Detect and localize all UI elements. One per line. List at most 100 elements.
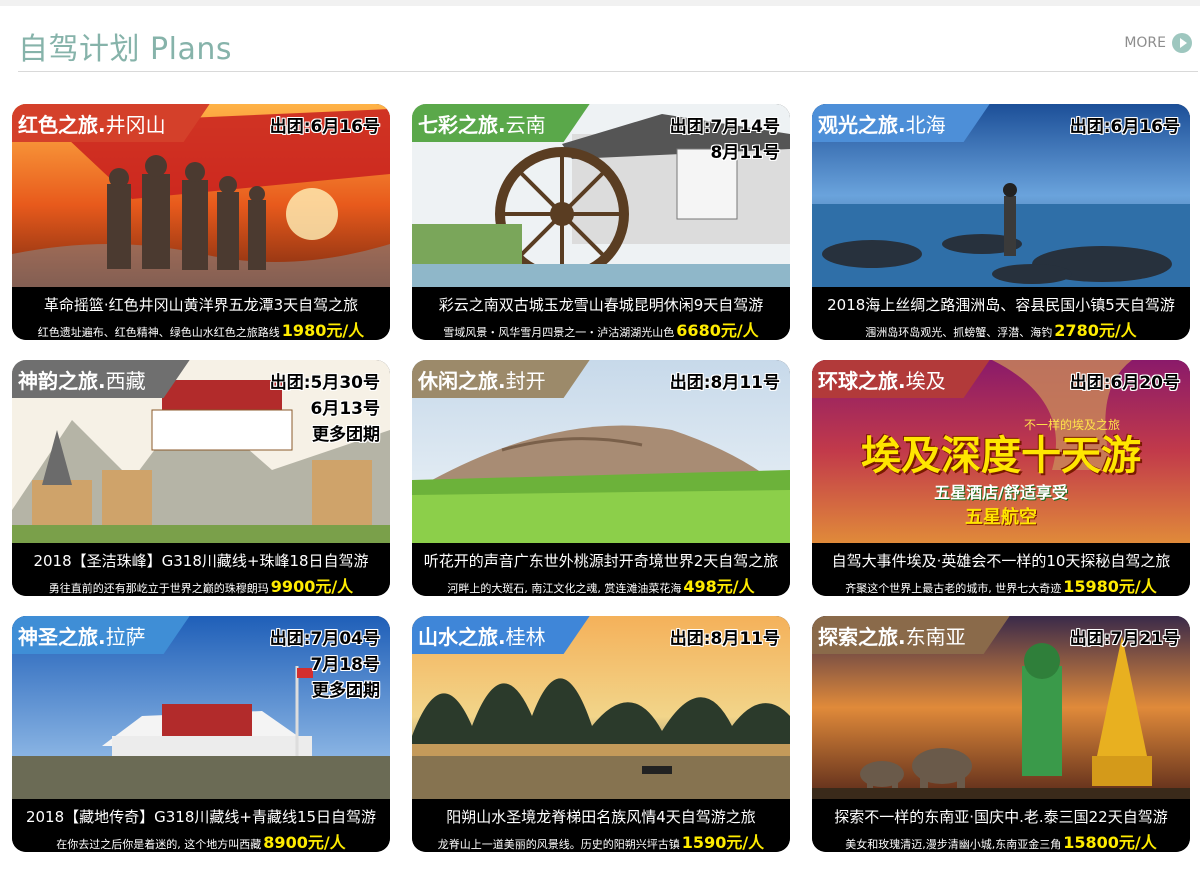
city-label: 东南亚: [905, 624, 966, 649]
section-title: 自驾计划 Plans: [18, 32, 232, 67]
trip-description: 美女和玫瑰清迈,漫步清幽小城,东南亚金三角: [845, 838, 1062, 851]
departure-date: 出团:8月11号: [669, 373, 780, 393]
city-label: 北海: [905, 112, 946, 137]
trip-description: 雪域风景・风华雪月四景之一・泸沽湖湖光山色: [443, 326, 675, 339]
theme-tag: 神韵之旅. 西藏: [12, 360, 190, 398]
plan-caption: 自驾大事件埃及·英雄会不一样的10天探秘自驾之旅 齐聚这个世界上最古老的城市, …: [812, 543, 1190, 596]
departure-dates: 出团:8月11号: [670, 370, 780, 396]
trip-title[interactable]: 阳朔山水圣境龙脊梯田名族风情4天自驾游之旅: [418, 807, 784, 827]
theme-label: 红色之旅.: [18, 112, 106, 137]
departure-dates: 出团:8月11号: [670, 626, 780, 652]
trip-description: 涠洲岛环岛观光、抓螃蟹、浮潜、海钓: [865, 326, 1053, 339]
departure-dates: 出团:5月30号 6月13号更多团期: [270, 370, 380, 448]
city-label: 封开: [505, 368, 546, 393]
trip-title[interactable]: 彩云之南双古城玉龙雪山春城昆明休闲9天自驾游: [418, 295, 784, 315]
plan-card[interactable]: 探索之旅. 东南亚 出团:7月21号 探索不一样的东南亚·国庆中.老.泰三国22天自…: [812, 616, 1190, 852]
trip-price: 498元/人: [683, 577, 755, 596]
departure-date: 出团:7月14号: [669, 117, 780, 137]
plan-caption: 革命摇篮·红色井冈山黄洋界五龙潭3天自驾之旅 红色遗址遍布、红色精神、绿色山水红…: [12, 287, 390, 340]
departure-date: 6月13号: [310, 399, 381, 419]
trip-price: 1590元/人: [681, 833, 765, 852]
trip-description: 齐聚这个世界上最古老的城市, 世界七大奇迹: [845, 582, 1062, 595]
trip-info: 河畔上的大斑石, 南江文化之魂, 赏连滩油菜花海 498元/人: [418, 573, 784, 596]
trip-title[interactable]: 2018【藏地传奇】G318川藏线+青藏线15日自驾游: [18, 807, 384, 827]
trip-title[interactable]: 革命摇篮·红色井冈山黄洋界五龙潭3天自驾之旅: [18, 295, 384, 315]
theme-tag: 探索之旅. 东南亚: [812, 616, 1010, 654]
trip-description: 红色遗址遍布、红色精神、绿色山水红色之旅路线: [37, 326, 280, 339]
more-link[interactable]: MORE: [1124, 32, 1192, 54]
trip-price: 2780元/人: [1054, 321, 1137, 340]
trip-price: 15980元/人: [1063, 577, 1157, 596]
trip-info: 雪域风景・风华雪月四景之一・泸沽湖湖光山色 6680元/人: [418, 317, 784, 340]
city-label: 井冈山: [105, 112, 166, 137]
trip-price: 8900元/人: [263, 833, 346, 852]
trip-description: 龙脊山上一道美丽的风景线。历史的阳朔兴坪古镇: [437, 838, 680, 851]
city-label: 埃及: [905, 368, 946, 393]
theme-tag: 休闲之旅. 封开: [412, 360, 590, 398]
trip-info: 红色遗址遍布、红色精神、绿色山水红色之旅路线 1980元/人: [18, 317, 384, 340]
departure-dates: 出团:7月04号 7月18号更多团期: [270, 626, 380, 704]
theme-label: 山水之旅.: [418, 624, 506, 649]
top-border: [0, 0, 1200, 6]
plan-caption: 2018【圣洁珠峰】G318川藏线+珠峰18日自驾游 勇往直前的还有那屹立于世界…: [12, 543, 390, 596]
city-label: 西藏: [105, 368, 146, 393]
departure-date: 出团:6月16号: [1069, 117, 1180, 137]
plan-card[interactable]: 七彩之旅. 云南 出团:7月14号 8月11号 彩云之南双古城玉龙雪山春城昆明休闲9天…: [412, 104, 790, 340]
trip-title[interactable]: 听花开的声音广东世外桃源封开奇境世界2天自驾之旅: [418, 551, 784, 571]
trip-info: 美女和玫瑰清迈,漫步清幽小城,东南亚金三角 15800元/人: [818, 829, 1184, 852]
theme-tag: 红色之旅. 井冈山: [12, 104, 210, 142]
trip-title[interactable]: 2018【圣洁珠峰】G318川藏线+珠峰18日自驾游: [18, 551, 384, 571]
theme-label: 七彩之旅.: [418, 112, 506, 137]
plan-card[interactable]: 不一样的埃及之旅 埃及深度十天游 五星酒店/舒适享受 五星航空 环球之旅. 埃及 出团…: [812, 360, 1190, 596]
theme-label: 观光之旅.: [818, 112, 906, 137]
departure-date: 出团:5月30号: [269, 373, 380, 393]
departure-date: 更多团期: [312, 681, 380, 701]
departure-date: 出团:7月21号: [1069, 629, 1180, 649]
play-circle-icon: [1172, 33, 1192, 53]
departure-date: 出团:7月04号: [269, 629, 380, 649]
plan-card[interactable]: 休闲之旅. 封开 出团:8月11号 听花开的声音广东世外桃源封开奇境世界2天自驾之旅…: [412, 360, 790, 596]
trip-description: 河畔上的大斑石, 南江文化之魂, 赏连滩油菜花海: [447, 582, 682, 595]
plan-caption: 2018【藏地传奇】G318川藏线+青藏线15日自驾游 在你去过之后你是着迷的,…: [12, 799, 390, 852]
trip-title[interactable]: 探索不一样的东南亚·国庆中.老.泰三国22天自驾游: [818, 807, 1184, 827]
trip-title[interactable]: 2018海上丝绸之路涠洲岛、容县民国小镇5天自驾游: [818, 295, 1184, 315]
theme-label: 休闲之旅.: [418, 368, 506, 393]
banner-line: 五星航空: [965, 507, 1037, 528]
trip-title[interactable]: 自驾大事件埃及·英雄会不一样的10天探秘自驾之旅: [818, 551, 1184, 571]
theme-label: 神圣之旅.: [18, 624, 106, 649]
trip-price: 1980元/人: [281, 321, 365, 340]
plan-card[interactable]: 神圣之旅. 拉萨 出团:7月04号 7月18号 更多团期 2018【藏地传奇】G318川…: [12, 616, 390, 852]
plan-caption: 听花开的声音广东世外桃源封开奇境世界2天自驾之旅 河畔上的大斑石, 南江文化之魂…: [412, 543, 790, 596]
theme-tag: 环球之旅. 埃及: [812, 360, 990, 398]
city-label: 云南: [505, 112, 546, 137]
departure-date: 出团:6月16号: [269, 117, 380, 137]
plan-card[interactable]: 观光之旅. 北海 出团:6月16号 2018海上丝绸之路涠洲岛、容县民国小镇5天自驾…: [812, 104, 1190, 340]
banner-line: 五星酒店/舒适享受: [934, 483, 1068, 502]
plan-caption: 2018海上丝绸之路涠洲岛、容县民国小镇5天自驾游 涠洲岛环岛观光、抓螃蟹、浮潜…: [812, 287, 1190, 340]
trip-info: 齐聚这个世界上最古老的城市, 世界七大奇迹 15980元/人: [818, 573, 1184, 596]
more-label: MORE: [1124, 35, 1166, 51]
theme-tag: 观光之旅. 北海: [812, 104, 990, 142]
departure-dates: 出团:6月20号: [1070, 370, 1180, 396]
plan-caption: 彩云之南双古城玉龙雪山春城昆明休闲9天自驾游 雪域风景・风华雪月四景之一・泸沽湖…: [412, 287, 790, 340]
departure-date: 出团:6月20号: [1069, 373, 1180, 393]
departure-date: 8月11号: [710, 143, 781, 163]
trip-info: 龙脊山上一道美丽的风景线。历史的阳朔兴坪古镇 1590元/人: [418, 829, 784, 852]
departure-dates: 出团:7月14号 8月11号: [670, 114, 780, 166]
plan-card[interactable]: 神韵之旅. 西藏 出团:5月30号 6月13号更多团期 2018【圣洁珠峰】G318川…: [12, 360, 390, 596]
trip-info: 涠洲岛环岛观光、抓螃蟹、浮潜、海钓 2780元/人: [818, 317, 1184, 340]
plan-card[interactable]: 红色之旅. 井冈山 出团:6月16号 革命摇篮·红色井冈山黄洋界五龙潭3天自驾之旅 …: [12, 104, 390, 340]
plan-caption: 阳朔山水圣境龙脊梯田名族风情4天自驾游之旅 龙脊山上一道美丽的风景线。历史的阳朔…: [412, 799, 790, 852]
banner-title: 埃及深度十天游: [861, 433, 1141, 479]
theme-label: 探索之旅.: [818, 624, 906, 649]
trip-info: 勇往直前的还有那屹立于世界之巅的珠穆朗玛 9900元/人: [18, 573, 384, 596]
trip-description: 勇往直前的还有那屹立于世界之巅的珠穆朗玛: [48, 582, 269, 595]
theme-tag: 山水之旅. 桂林: [412, 616, 590, 654]
departure-dates: 出团:6月16号: [1070, 114, 1180, 140]
theme-label: 神韵之旅.: [18, 368, 106, 393]
departure-date: 7月18号: [310, 655, 381, 675]
departure-date: 更多团期: [312, 425, 380, 445]
plan-card[interactable]: 山水之旅. 桂林 出团:8月11号 阳朔山水圣境龙脊梯田名族风情4天自驾游之旅 龙脊…: [412, 616, 790, 852]
trip-info: 在你去过之后你是着迷的, 这个地方叫西藏 8900元/人: [18, 829, 384, 852]
section-header: 自驾计划 Plans MORE: [18, 20, 1198, 72]
